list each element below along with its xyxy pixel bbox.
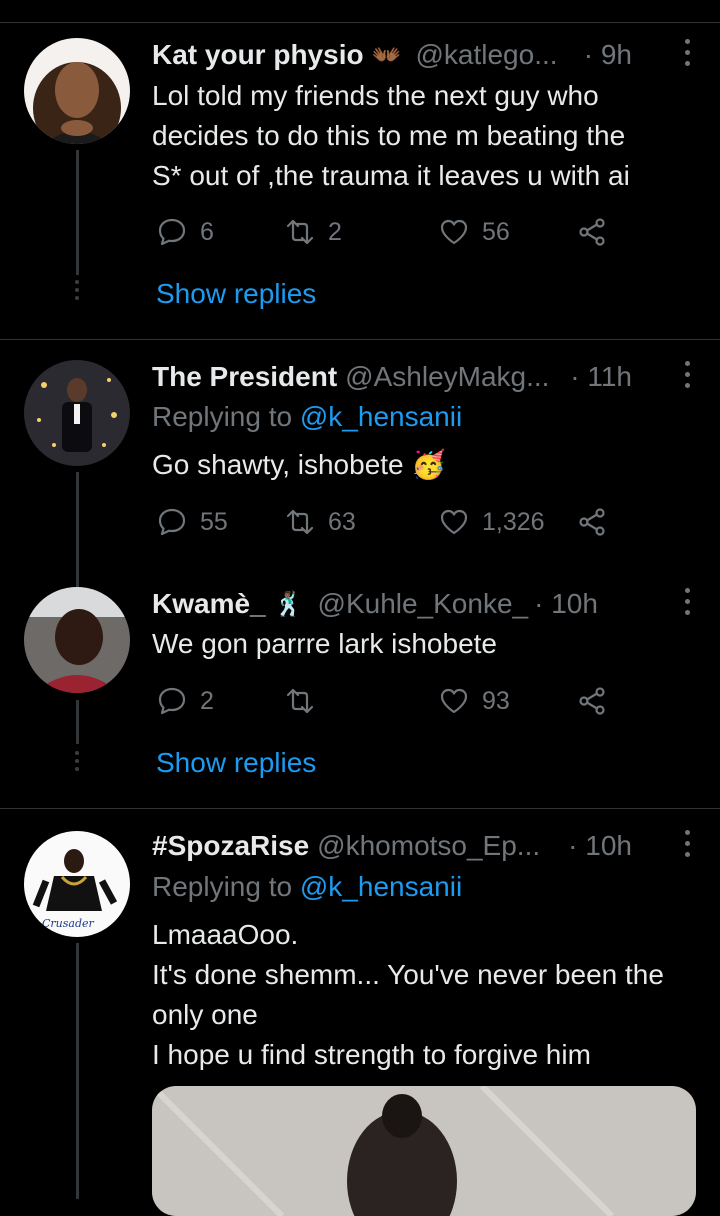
tweet-text: Lol told my friends the next guy who dec… [152, 76, 700, 196]
replying-mention[interactable]: @k_hensanii [300, 871, 462, 902]
reply-icon [158, 508, 186, 536]
thread-gap-dots [74, 280, 80, 304]
retweet-icon [286, 219, 314, 245]
avatar-logo-text: Crusader [42, 917, 95, 930]
avatar[interactable] [24, 360, 130, 466]
more-icon[interactable] [680, 588, 694, 620]
tweet-header: The President @AshleyMakg... · 11h [152, 357, 702, 397]
display-name[interactable]: The President [152, 361, 337, 393]
tweet-header: Kwamè_ 🕺🏾 @Kuhle_Konke_ · 10h [152, 584, 702, 624]
tweet-text: LmaaaOoo. It's done shemm... You've neve… [152, 915, 700, 1075]
reply-count: 2 [200, 686, 214, 715]
retweet-count: 2 [328, 217, 342, 246]
retweet-button[interactable]: 2 [284, 212, 342, 252]
username[interactable]: @AshleyMakg... [345, 361, 549, 393]
replying-to: Replying to @k_hensanii [152, 871, 462, 903]
more-icon[interactable] [680, 830, 694, 862]
reply-icon [158, 218, 186, 246]
tweet-line: only one [152, 999, 258, 1030]
like-icon [440, 219, 468, 245]
timestamp[interactable]: · 10h [568, 830, 632, 862]
tweet-header: Kat your physio 👐🏾 @katlego... · 9h [152, 35, 702, 75]
like-count: 56 [482, 217, 510, 246]
tweet-line: LmaaaOoo. [152, 919, 299, 950]
tweet-line: decides to do this to me m beating the [152, 120, 626, 151]
name-emoji: 🕺🏾 [273, 590, 304, 618]
display-name[interactable]: Kwamè_ [152, 588, 266, 620]
reply-button[interactable]: 55 [156, 502, 228, 542]
share-icon [579, 687, 605, 715]
more-icon[interactable] [680, 39, 694, 71]
tweet-divider [0, 808, 720, 809]
more-icon[interactable] [680, 361, 694, 393]
name-emoji: 👐🏾 [371, 41, 402, 69]
share-icon [579, 508, 605, 536]
share-button[interactable] [576, 212, 608, 252]
like-count: 1,326 [482, 507, 545, 536]
replying-to: Replying to @k_hensanii [152, 401, 462, 433]
thread-line [76, 150, 79, 275]
retweet-button[interactable]: 63 [284, 502, 356, 542]
username[interactable]: @katlego... [415, 39, 557, 71]
share-button[interactable] [576, 502, 608, 542]
reply-count: 6 [200, 217, 214, 246]
timestamp[interactable]: · 11h [570, 361, 632, 393]
tweet-line: It's done shemm... You've never been the [152, 959, 664, 990]
share-icon [579, 218, 605, 246]
display-name[interactable]: Kat your physio [152, 39, 364, 71]
tweet-line: Go shawty, ishobete 🥳 [152, 449, 447, 480]
thread-line [76, 472, 79, 584]
tweet-line: Lol told my friends the next guy who [152, 80, 599, 111]
retweet-icon [286, 509, 314, 535]
replying-label: Replying to [152, 401, 293, 432]
like-button[interactable]: 56 [438, 212, 510, 252]
action-bar: 2 93 [156, 681, 626, 721]
thread-line [76, 943, 79, 1199]
retweet-button[interactable] [284, 681, 328, 721]
reply-button[interactable]: 6 [156, 212, 214, 252]
tweet-line: S* out of ,the trauma it leaves u with a… [152, 160, 630, 191]
action-bar: 6 2 56 [156, 212, 626, 252]
tweet-line: I hope u find strength to forgive him [152, 1039, 591, 1070]
thread-gap-dots [74, 751, 80, 775]
like-icon [440, 688, 468, 714]
tweet-text: Go shawty, ishobete 🥳 [152, 445, 700, 485]
avatar[interactable] [24, 38, 130, 144]
replying-mention[interactable]: @k_hensanii [300, 401, 462, 432]
action-bar: 55 63 1,326 [156, 502, 626, 542]
top-divider [0, 22, 720, 23]
username[interactable]: @Kuhle_Konke_ [318, 588, 529, 620]
timestamp[interactable]: · 9h [584, 39, 632, 71]
show-replies-link[interactable]: Show replies [156, 747, 316, 779]
like-icon [440, 509, 468, 535]
reply-count: 55 [200, 507, 228, 536]
reply-button[interactable]: 2 [156, 681, 214, 721]
tweet-line: We gon parrre lark ishobete [152, 628, 497, 659]
tweet-header: #SpozaRise @khomotso_Ep... · 10h [152, 826, 702, 866]
share-button[interactable] [576, 681, 608, 721]
tweet-text: We gon parrre lark ishobete [152, 624, 700, 664]
like-button[interactable]: 1,326 [438, 502, 545, 542]
timestamp[interactable]: · 10h [534, 588, 598, 620]
avatar[interactable]: Crusader [24, 831, 130, 937]
reply-icon [158, 687, 186, 715]
tweet-media-image[interactable] [152, 1086, 696, 1216]
retweet-count: 63 [328, 507, 356, 536]
retweet-icon [286, 688, 314, 714]
show-replies-link[interactable]: Show replies [156, 278, 316, 310]
thread-line [76, 700, 79, 744]
tweet-divider [0, 339, 720, 340]
like-count: 93 [482, 686, 510, 715]
username[interactable]: @khomotso_Ep... [317, 830, 540, 862]
replying-label: Replying to [152, 871, 293, 902]
avatar[interactable] [24, 587, 130, 693]
display-name[interactable]: #SpozaRise [152, 830, 309, 862]
like-button[interactable]: 93 [438, 681, 510, 721]
